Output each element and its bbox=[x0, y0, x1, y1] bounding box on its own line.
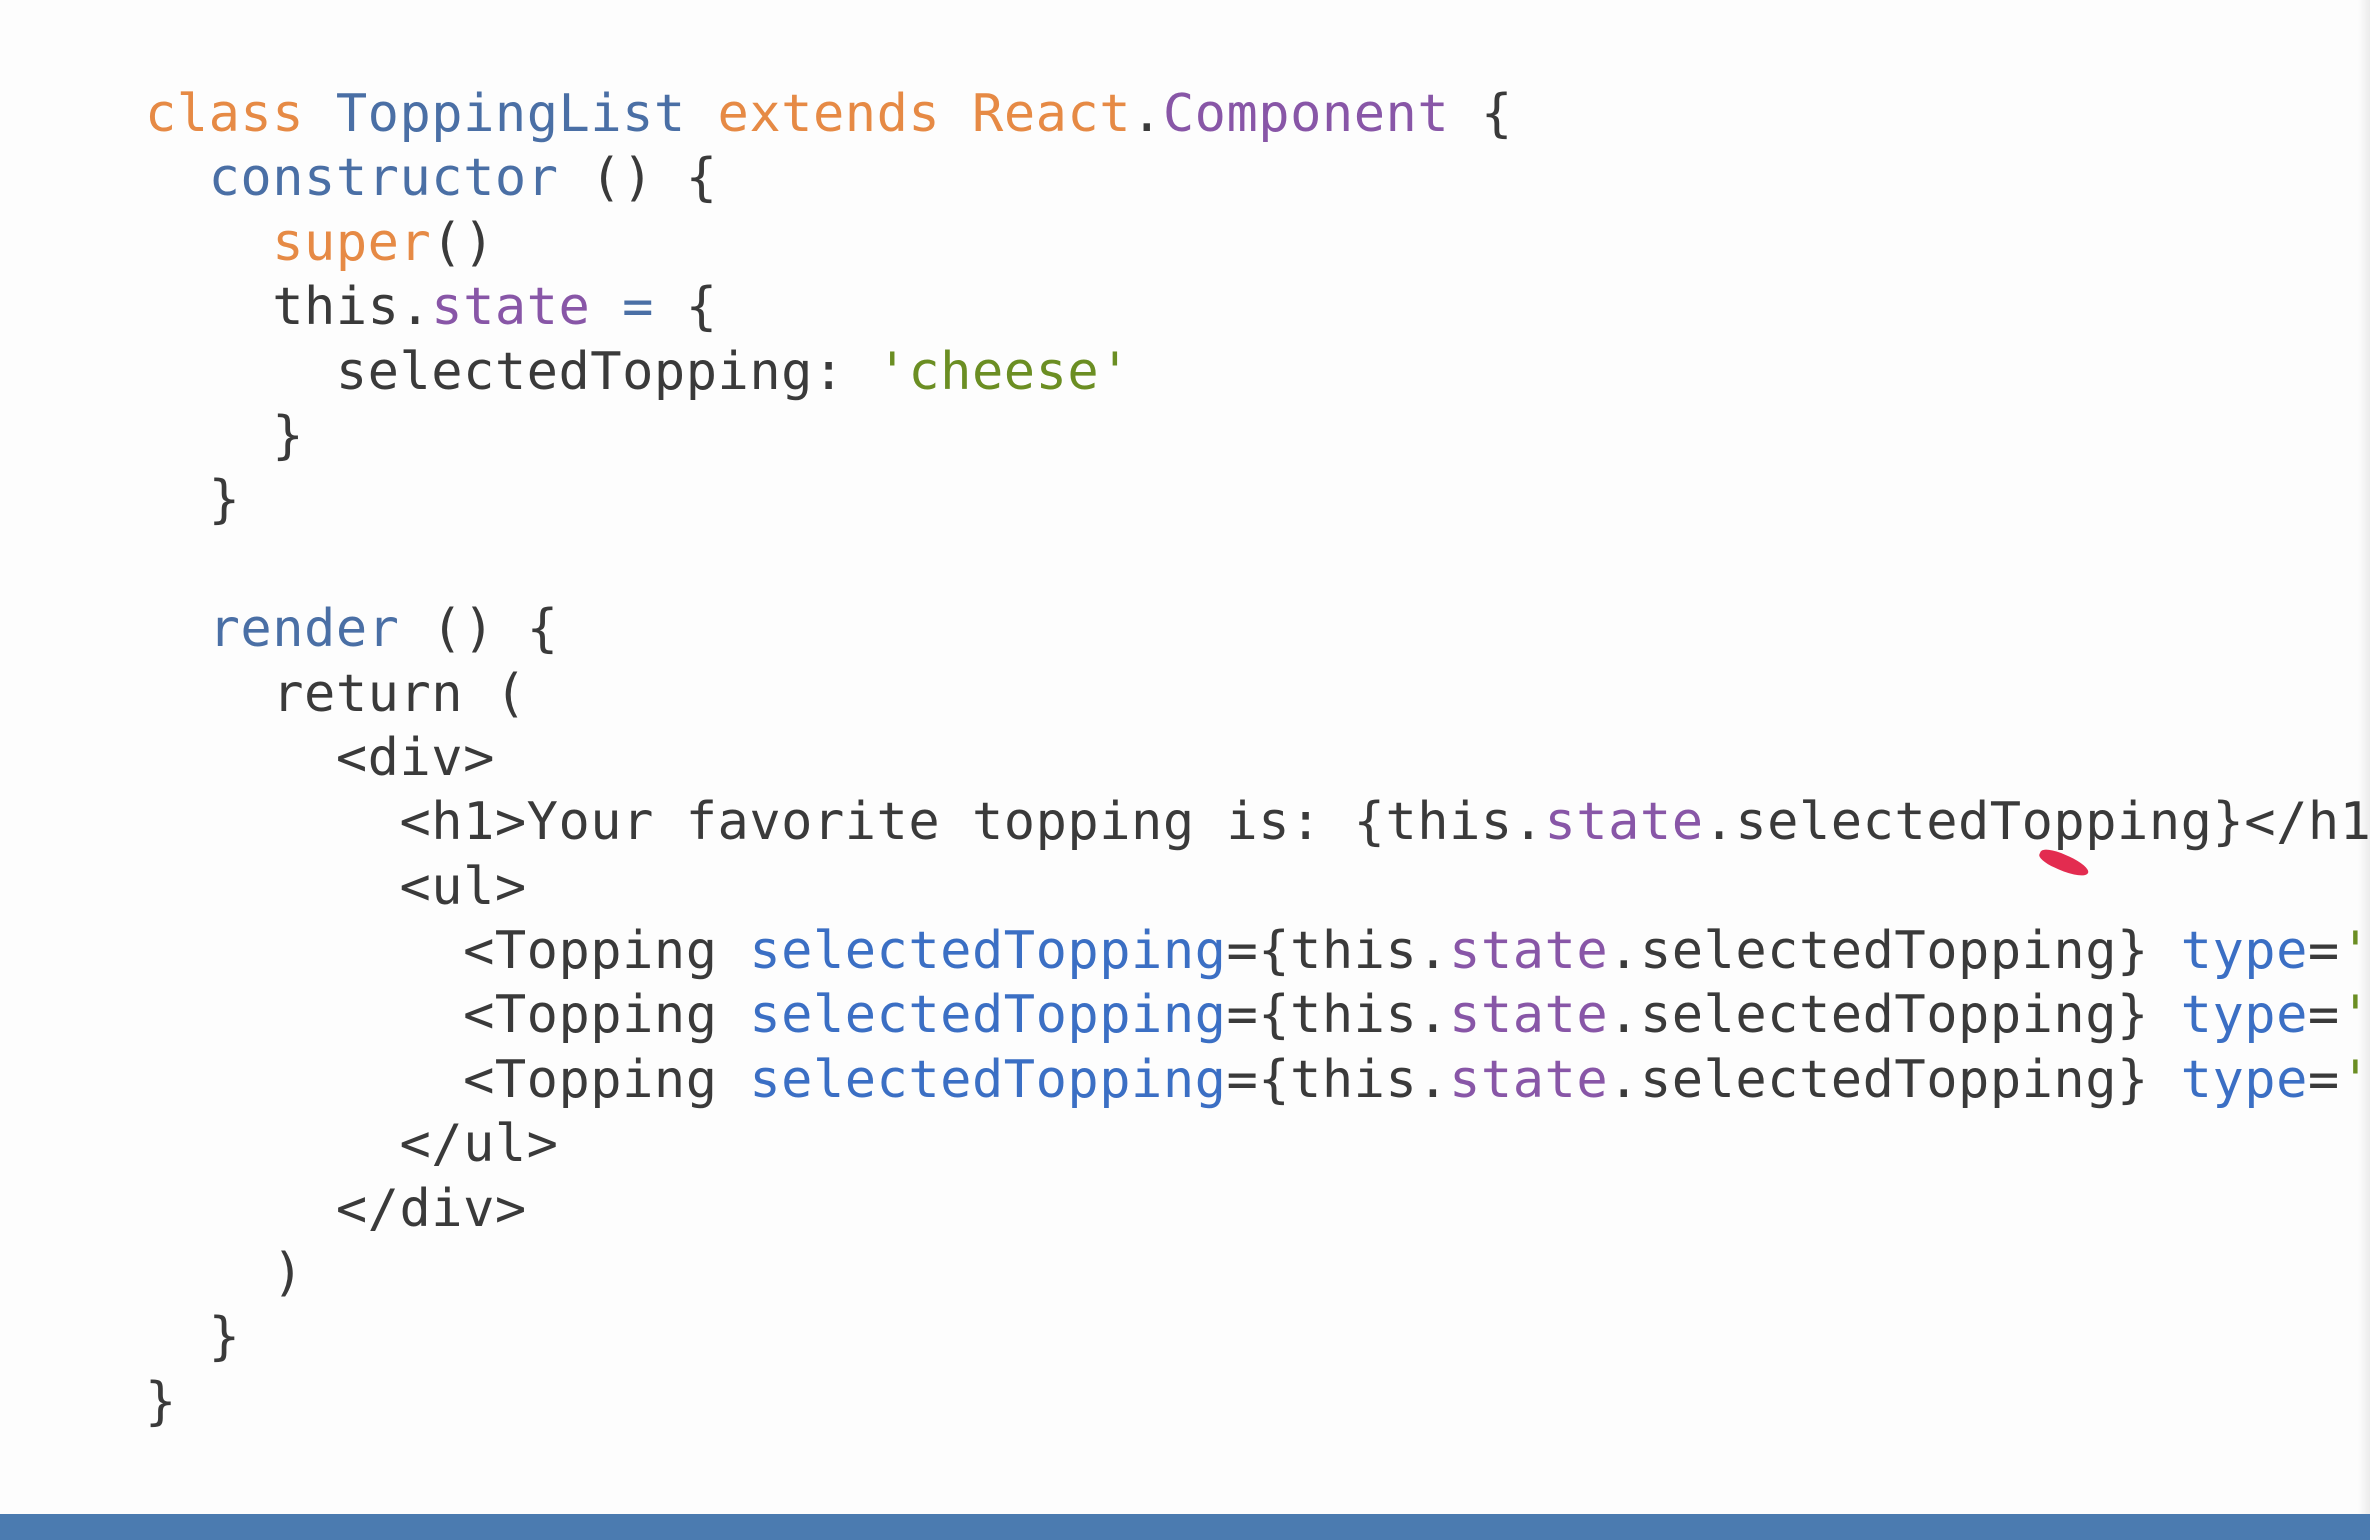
code-token: constructor bbox=[208, 148, 559, 209]
code-token: selectedTopping: bbox=[145, 341, 877, 402]
code-token: <h1>Your favorite topping is: {this. bbox=[145, 792, 1545, 853]
code-token: state bbox=[431, 277, 591, 338]
code-token: selectedTopping bbox=[749, 921, 1227, 982]
code-token: </div> bbox=[145, 1178, 527, 1239]
code-line: <div> bbox=[145, 726, 2370, 790]
code-line: } bbox=[145, 468, 2370, 532]
code-token: <ul> bbox=[145, 856, 527, 917]
code-line: <Topping selectedTopping={this.state.sel… bbox=[145, 919, 2370, 983]
code-token: extends bbox=[717, 84, 941, 144]
code-token: state bbox=[1449, 921, 1609, 982]
code-line: <Topping selectedTopping={this.state.sel… bbox=[145, 983, 2370, 1047]
code-token: selectedTopping bbox=[749, 1049, 1227, 1110]
code-token: = bbox=[2307, 1049, 2340, 1110]
code-slide: class ToppingList extends React.Componen… bbox=[0, 0, 2370, 1540]
code-token: state bbox=[1449, 985, 1609, 1046]
code-token: } bbox=[145, 405, 305, 466]
code-token: this. bbox=[145, 277, 432, 338]
code-token: = bbox=[622, 277, 654, 338]
code-line: </ul> bbox=[145, 1112, 2370, 1176]
code-token: .selectedTopping} bbox=[1608, 985, 2181, 1046]
code-token: type bbox=[2180, 921, 2308, 982]
code-line: ) bbox=[145, 1241, 2370, 1305]
code-token: } bbox=[145, 1307, 241, 1368]
code-token: type bbox=[2180, 1049, 2308, 1110]
code-token: () { bbox=[399, 599, 559, 660]
code-token: React bbox=[972, 84, 1132, 144]
code-line: render () { bbox=[145, 597, 2370, 661]
code-token: <Topping bbox=[145, 1049, 750, 1110]
code-token: render bbox=[208, 599, 400, 660]
code-token: ={this. bbox=[1226, 1049, 1450, 1110]
code-line: return ( bbox=[145, 662, 2370, 726]
code-token: = bbox=[2307, 985, 2340, 1046]
code-line: <h1>Your favorite topping is: {this.stat… bbox=[145, 790, 2370, 854]
code-token: <div> bbox=[145, 727, 495, 788]
code-token: ={this. bbox=[1226, 985, 1450, 1046]
code-line: } bbox=[145, 1305, 2370, 1369]
code-line: </div> bbox=[145, 1177, 2370, 1241]
code-token: () bbox=[431, 212, 495, 273]
code-line: constructor () { bbox=[145, 146, 2370, 210]
code-token: state bbox=[1449, 1049, 1609, 1110]
code-token: () { bbox=[558, 148, 718, 209]
code-token: state bbox=[1544, 792, 1704, 853]
code-token: .selectedTopping} bbox=[1608, 921, 2181, 982]
code-token: </ul> bbox=[145, 1114, 559, 1175]
code-token: { bbox=[653, 277, 718, 338]
code-line: this.state = { bbox=[145, 275, 2370, 339]
code-line: class ToppingList extends React.Componen… bbox=[145, 82, 2370, 146]
code-token: class bbox=[145, 84, 305, 144]
code-token: return ( bbox=[145, 663, 527, 724]
code-block: class ToppingList extends React.Componen… bbox=[145, 82, 2370, 1434]
code-line: } bbox=[145, 404, 2370, 468]
code-line: super() bbox=[145, 211, 2370, 275]
code-token: <Topping bbox=[145, 985, 750, 1046]
code-line: selectedTopping: 'cheese' bbox=[145, 340, 2370, 404]
code-token: = bbox=[2307, 921, 2340, 982]
code-token: super bbox=[272, 212, 432, 273]
code-line: <Topping selectedTopping={this.state.sel… bbox=[145, 1048, 2370, 1112]
code-token: <Topping bbox=[145, 921, 750, 982]
code-token: } bbox=[145, 470, 241, 531]
slide-edge-shadow bbox=[2358, 0, 2370, 1515]
code-line: } bbox=[145, 1370, 2370, 1434]
code-token: ToppingList bbox=[335, 84, 686, 144]
code-token: .selectedTopping} bbox=[1608, 1049, 2181, 1110]
code-token: 'cheese' bbox=[876, 341, 1132, 402]
bottom-progress-bar bbox=[0, 1514, 2370, 1540]
code-token: .selectedTopping}</h1> bbox=[1703, 792, 2370, 853]
code-token: ) bbox=[145, 1243, 305, 1304]
code-token: ={this. bbox=[1226, 921, 1450, 982]
code-token: type bbox=[2180, 985, 2308, 1046]
code-token: Component bbox=[1162, 84, 1450, 144]
code-token: . bbox=[1131, 84, 1163, 144]
code-line: <ul> bbox=[145, 855, 2370, 919]
code-token: selectedTopping bbox=[749, 985, 1227, 1046]
code-token: { bbox=[1449, 84, 1513, 144]
code-token: } bbox=[145, 1371, 177, 1432]
